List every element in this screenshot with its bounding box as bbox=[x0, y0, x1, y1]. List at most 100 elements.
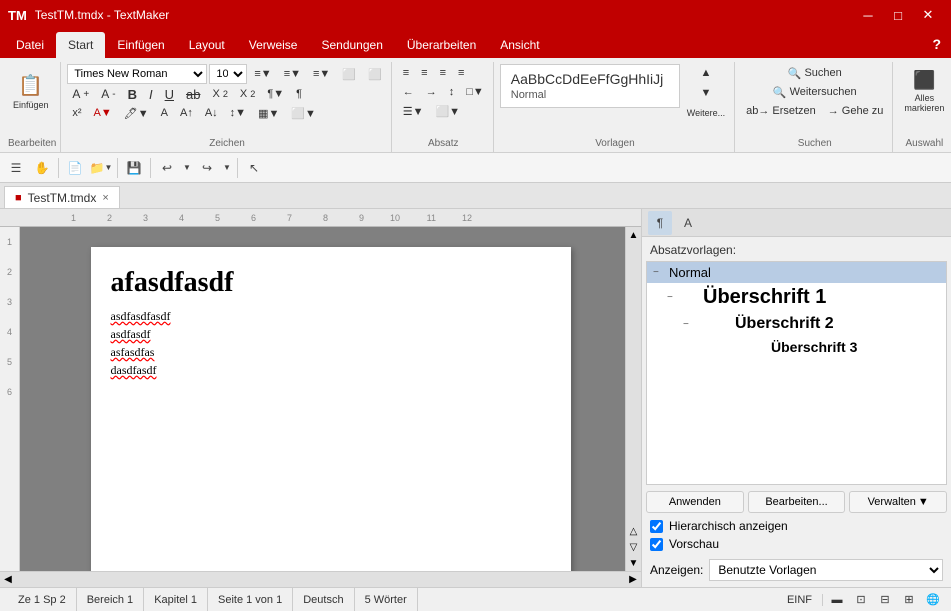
weitersuchen-icon: 🔍 bbox=[773, 86, 787, 99]
indent-button[interactable]: ¶▼ bbox=[262, 85, 289, 103]
style-preview[interactable]: AaBbCcDdEeFfGgHhIiJj Normal bbox=[500, 64, 680, 108]
maximize-button[interactable]: □ bbox=[883, 0, 913, 30]
font-size-select[interactable]: 10 bbox=[209, 64, 247, 84]
font-resize-down[interactable]: A- bbox=[96, 85, 120, 103]
tab-einfuegen[interactable]: Einfügen bbox=[105, 32, 176, 58]
list2-button[interactable]: ≡▼ bbox=[279, 65, 306, 83]
view-btn-layout3[interactable]: ⊞ bbox=[899, 590, 919, 610]
style-item-h2[interactable]: − Überschrift 2 bbox=[647, 312, 946, 336]
vorschau-checkbox[interactable] bbox=[650, 538, 663, 551]
undo-dropdown-button[interactable]: ▼ bbox=[181, 156, 193, 180]
indent2-button[interactable]: ↕▼ bbox=[225, 104, 251, 122]
line-spacing-button[interactable]: ↕ bbox=[444, 83, 460, 101]
style-item-h3[interactable]: Überschrift 3 bbox=[647, 336, 946, 358]
bearbeiten-button[interactable]: Bearbeiten... bbox=[748, 491, 846, 513]
scroll-up-button[interactable]: ▲ bbox=[626, 227, 642, 243]
shading-button[interactable]: ⬜▼ bbox=[286, 104, 321, 122]
minimize-button[interactable]: ─ bbox=[853, 0, 883, 30]
tab-datei[interactable]: Datei bbox=[4, 32, 56, 58]
view-btn-web[interactable]: 🌐 bbox=[923, 590, 943, 610]
view-btn-layout1[interactable]: ⊡ bbox=[851, 590, 871, 610]
paragraph-mark[interactable]: ¶ bbox=[291, 85, 307, 103]
scroll-left-button[interactable]: ◀ bbox=[0, 572, 16, 588]
pointer-button[interactable]: ↖ bbox=[242, 156, 266, 180]
bold-button[interactable]: B bbox=[123, 85, 142, 103]
shading2-button[interactable]: □▼ bbox=[461, 83, 489, 101]
doc-scroll-container[interactable]: afasdfasdf asdfasdfasdf asdfasdf asfasdf… bbox=[20, 227, 641, 571]
char-format-button[interactable]: A bbox=[156, 104, 173, 122]
hand-tool-button[interactable]: ✋ bbox=[30, 156, 54, 180]
undo-button[interactable]: ↩ bbox=[155, 156, 179, 180]
tab-sendungen[interactable]: Sendungen bbox=[309, 32, 394, 58]
justify-button[interactable]: ≡ bbox=[453, 64, 469, 82]
redo-dropdown-button[interactable]: ▼ bbox=[221, 156, 233, 180]
anwenden-button[interactable]: Anwenden bbox=[646, 491, 744, 513]
doc-tab-main[interactable]: ■ TestTM.tmdx × bbox=[4, 186, 120, 208]
list3-button[interactable]: ≡▼ bbox=[308, 65, 335, 83]
scroll-page-down-button[interactable]: ▽ bbox=[626, 539, 642, 555]
view-btn-normal[interactable]: ▬ bbox=[827, 590, 847, 610]
status-right: EINF ▬ ⊡ ⊟ ⊞ 🌐 bbox=[777, 590, 943, 610]
indent-increase-button[interactable]: → bbox=[421, 83, 442, 101]
shrink-button[interactable]: A↓ bbox=[200, 104, 223, 122]
new-doc-button[interactable]: 📄 bbox=[63, 156, 87, 180]
font-color-button[interactable]: A▼ bbox=[89, 104, 117, 122]
hierarchisch-checkbox[interactable] bbox=[650, 520, 663, 533]
align-left-button[interactable]: ⬜ bbox=[337, 65, 361, 83]
tab-start[interactable]: Start bbox=[56, 32, 105, 58]
tab-ueberarbeiten[interactable]: Überarbeiten bbox=[395, 32, 488, 58]
highlight-button[interactable]: 🖊▼ bbox=[119, 104, 154, 122]
verwalten-button[interactable]: Verwalten ▼ bbox=[849, 491, 947, 513]
view-btn-layout2[interactable]: ⊟ bbox=[875, 590, 895, 610]
italic-button[interactable]: I bbox=[144, 85, 158, 103]
ersetzen-button[interactable]: ab→ Ersetzen bbox=[741, 102, 821, 120]
font-name-select[interactable]: Times New Roman bbox=[67, 64, 207, 84]
align-left2-button[interactable]: ≡ bbox=[398, 64, 414, 82]
scroll-right-button[interactable]: ▶ bbox=[625, 572, 641, 588]
weitersuchen-button[interactable]: 🔍 Weitersuchen bbox=[741, 83, 888, 101]
gehe-zu-button[interactable]: → Gehe zu bbox=[823, 102, 889, 120]
align-right-button[interactable]: ⬜ bbox=[363, 65, 387, 83]
scroll-page-up-button[interactable]: △ bbox=[626, 523, 642, 539]
scroll-down-button[interactable]: ▼ bbox=[626, 555, 642, 571]
underline-button[interactable]: U bbox=[160, 85, 179, 103]
absatz-content: ≡ ≡ ≡ ≡ ← → ↕ □▼ ☰▼ ⬜▼ bbox=[398, 62, 489, 136]
redo-button[interactable]: ↪ bbox=[195, 156, 219, 180]
filter-dropdown[interactable]: Benutzte Vorlagen bbox=[709, 559, 943, 581]
styles-panel-options: Hierarchisch anzeigen Vorschau bbox=[642, 519, 951, 555]
style-item-normal[interactable]: − Normal bbox=[647, 262, 946, 283]
help-button[interactable]: ? bbox=[922, 36, 951, 52]
enlarge-button[interactable]: A↑ bbox=[175, 104, 198, 122]
superscript2-button[interactable]: x² bbox=[67, 104, 86, 122]
border-button[interactable]: ▦▼ bbox=[253, 104, 284, 122]
tab-verweise[interactable]: Verweise bbox=[237, 32, 310, 58]
char-style-button[interactable]: A bbox=[676, 211, 700, 235]
doc-tab-close-button[interactable]: × bbox=[102, 192, 108, 204]
font-resize-up[interactable]: A+ bbox=[67, 85, 94, 103]
tab-ansicht[interactable]: Ansicht bbox=[488, 32, 551, 58]
paragraph-style-button[interactable]: ¶ bbox=[648, 211, 672, 235]
style-item-h1[interactable]: − Überschrift 1 bbox=[647, 283, 946, 312]
superscript-button[interactable]: X2 bbox=[235, 85, 260, 103]
tab-layout[interactable]: Layout bbox=[177, 32, 237, 58]
vorlagen-up-button[interactable]: ▲ bbox=[682, 64, 730, 82]
vorlagen-more-button[interactable]: Weitere... bbox=[682, 104, 730, 122]
hamburger-menu-button[interactable]: ☰ bbox=[4, 156, 28, 180]
align-right2-button[interactable]: ≡ bbox=[435, 64, 451, 82]
list-button[interactable]: ≡▼ bbox=[249, 65, 276, 83]
main-area: 1 2 3 4 5 6 7 8 9 10 11 12 1 2 3 4 5 6 bbox=[0, 209, 951, 587]
border2-button[interactable]: ⬜▼ bbox=[430, 102, 465, 120]
save-button[interactable]: 💾 bbox=[122, 156, 146, 180]
vorlagen-down-button[interactable]: ▼ bbox=[682, 84, 730, 102]
align-center-button[interactable]: ≡ bbox=[416, 64, 432, 82]
strikethrough-button[interactable]: ab bbox=[181, 85, 205, 103]
app-title: TestTM.tmdx - TextMaker bbox=[35, 8, 169, 22]
close-button[interactable]: ✕ bbox=[913, 0, 943, 30]
paste-button[interactable]: 📋 Einfügen bbox=[8, 64, 54, 119]
alles-markieren-button[interactable]: ⬛ Alles markieren bbox=[899, 64, 949, 119]
open-doc-button[interactable]: 📁 ▼ bbox=[89, 156, 113, 180]
outline-button[interactable]: ☰▼ bbox=[398, 102, 429, 120]
indent-decrease-button[interactable]: ← bbox=[398, 83, 419, 101]
suchen-button[interactable]: 🔍 Suchen bbox=[741, 64, 888, 82]
subscript-button[interactable]: X2 bbox=[207, 85, 232, 103]
